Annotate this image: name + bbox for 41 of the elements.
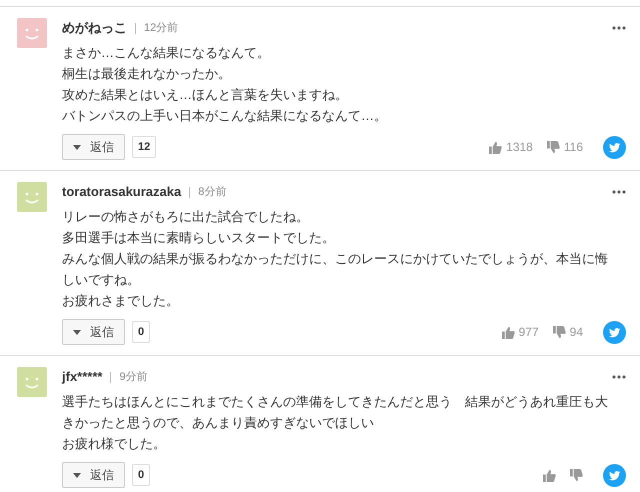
- comment-text: 桐生は最後走れなかったか。: [62, 65, 232, 83]
- comment-time: 8分前: [198, 184, 226, 200]
- user-name[interactable]: jfx*****: [62, 367, 102, 387]
- comment-time: 12分前: [144, 20, 178, 36]
- like-count: 1318: [506, 139, 533, 156]
- comment-text: お疲れ様でした。: [62, 435, 167, 453]
- user-name[interactable]: toratorasakurazaka: [62, 182, 182, 202]
- reply-count: 0: [132, 321, 150, 343]
- reply-button[interactable]: 返信: [62, 134, 125, 160]
- twitter-bird-icon[interactable]: [603, 136, 626, 158]
- comment-text: 攻めた結果とはいえ…ほんと言葉を失いますね。: [62, 86, 349, 104]
- more-icon[interactable]: [612, 190, 626, 194]
- comment-time: 9分前: [119, 370, 148, 385]
- comment-text: 選手たちはほんとにこれまでたくさんの準備をしてきたんだと思う 結果がどうあれ重圧も大きかったと思うので、あんまり責めすぎないでほしい: [62, 393, 609, 432]
- thumbs-down-icon[interactable]: [552, 326, 566, 338]
- comment-text: バトンパスの上手い日本がこんな結果になるなんて…。: [62, 107, 388, 125]
- user-name[interactable]: めがねっこ: [62, 18, 127, 38]
- thumbs-down-icon[interactable]: [570, 468, 583, 482]
- caret-icon: [73, 330, 81, 334]
- comment-text: お疲れさまでした。: [62, 292, 180, 310]
- reply-button[interactable]: 返信: [62, 462, 125, 488]
- comment-text: みんな個人戦の結果が振るわなかっただけに、このレースにかけていたでしょうが、本当に悔しいですね。: [62, 250, 609, 289]
- comment-text: 多田選手は本当に素晴らしいスタートでした。: [62, 229, 336, 247]
- dislike-count: 116: [564, 139, 583, 156]
- reply-count: 12: [132, 136, 156, 158]
- comment-text: リレーの怖さがもろに出た試合でしたね。: [62, 208, 310, 226]
- reply-count: 0: [132, 464, 150, 486]
- more-icon[interactable]: [612, 375, 626, 379]
- reply-button[interactable]: 返信: [62, 319, 125, 345]
- caret-icon: [73, 472, 81, 478]
- more-icon[interactable]: [612, 26, 626, 30]
- twitter-bird-icon[interactable]: [603, 320, 626, 344]
- twitter-bird-icon[interactable]: [603, 464, 626, 486]
- thumbs-up-icon[interactable]: [543, 468, 556, 482]
- caret-icon: [73, 144, 81, 150]
- dislike-count: 94: [570, 324, 583, 341]
- thumbs-up-icon[interactable]: [502, 326, 515, 338]
- comment-text: まさか…こんな結果になるなんて。: [62, 44, 271, 62]
- like-count: 977: [518, 324, 539, 341]
- thumbs-up-icon[interactable]: [489, 140, 502, 154]
- thumbs-down-icon[interactable]: [546, 140, 560, 154]
